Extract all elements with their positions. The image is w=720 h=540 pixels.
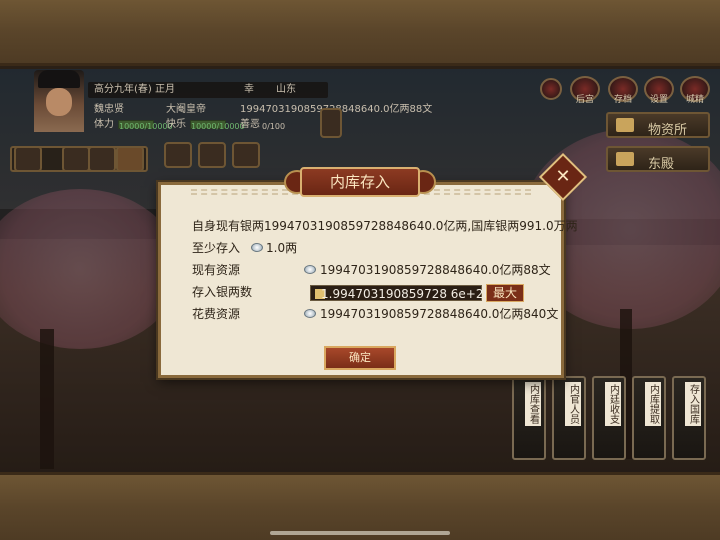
warehouse-icon <box>616 118 634 132</box>
event-icon-1[interactable] <box>164 142 192 168</box>
silver-coin-icon <box>304 265 316 274</box>
palace-button[interactable]: 东殿 <box>606 146 710 172</box>
event-icon-2[interactable] <box>198 142 226 168</box>
deposit-amount-value: 1.994703190859728 6e+28 <box>321 287 492 301</box>
harem-label: 后宫 <box>575 95 594 105</box>
date-text: 高分九年(春) 正月 <box>94 84 175 95</box>
treasury-withdraw-button[interactable]: 内库提取 <box>632 376 666 460</box>
deposit-amount-input[interactable]: 1.994703190859728 6e+28 <box>310 285 491 301</box>
top-frame <box>0 0 720 66</box>
save-label: 存档 <box>613 95 632 105</box>
skill-slot-3[interactable] <box>88 146 116 172</box>
settings-label: 设置 <box>649 95 668 105</box>
close-icon: ✕ <box>555 166 571 187</box>
dialog-title: 内库存入 <box>300 167 420 197</box>
bottom-frame <box>0 472 720 540</box>
resources-label: 现有资源 <box>192 263 241 277</box>
happiness-value: 10000/10000 <box>191 122 245 131</box>
min-deposit-value: 1.0两 <box>266 241 298 255</box>
confirm-button[interactable]: 确定 <box>324 346 396 370</box>
meditate-skill[interactable] <box>116 146 144 172</box>
fame-value: 0/100 <box>262 122 286 131</box>
happiness-label: 快乐 <box>166 119 186 130</box>
warehouse-button[interactable]: 物资所 <box>606 112 710 138</box>
deposit-amount-label: 存入银两数 <box>192 285 253 299</box>
silver-coin-icon <box>251 243 263 252</box>
player-portrait[interactable] <box>34 70 84 132</box>
cost-label: 花费资源 <box>192 307 241 321</box>
cost-value: 1994703190859728848640.0亿两840文 <box>320 307 559 321</box>
inner-treasury-view-button[interactable]: 内库查看 <box>512 376 546 460</box>
min-deposit-label: 至少存入 <box>192 241 241 255</box>
skill-slot-1[interactable] <box>14 146 42 172</box>
own-silver-line: 自身现有银两1994703190859728848640.0亿两,国库银两991… <box>192 219 578 233</box>
fame-label: 善恶 <box>240 119 260 130</box>
menu-icon[interactable] <box>540 78 562 100</box>
location-label: 幸 <box>244 84 254 95</box>
city-label: 城精 <box>685 95 704 105</box>
silver-coin-icon <box>304 309 316 318</box>
max-button[interactable]: 最大 <box>486 284 524 302</box>
event-icon-3[interactable] <box>232 142 260 168</box>
stamina-label: 体力 <box>94 119 114 130</box>
skill-slot-2[interactable] <box>62 146 90 172</box>
location-text: 山东 <box>276 84 296 95</box>
home-indicator[interactable] <box>270 531 450 535</box>
stamina-value: 10000/10000 <box>119 122 173 131</box>
deposit-state-treasury-button[interactable]: 存入国库 <box>672 376 706 460</box>
inner-officials-button[interactable]: 内官人员 <box>552 376 586 460</box>
court-finance-button[interactable]: 内廷收支 <box>592 376 626 460</box>
player-name: 魏忠贤 <box>94 104 124 115</box>
palace-icon <box>616 152 634 166</box>
task-icon[interactable] <box>320 108 342 138</box>
player-title: 大阉皇帝 <box>166 104 206 115</box>
resources-value: 1994703190859728848640.0亿两88文 <box>320 263 551 277</box>
